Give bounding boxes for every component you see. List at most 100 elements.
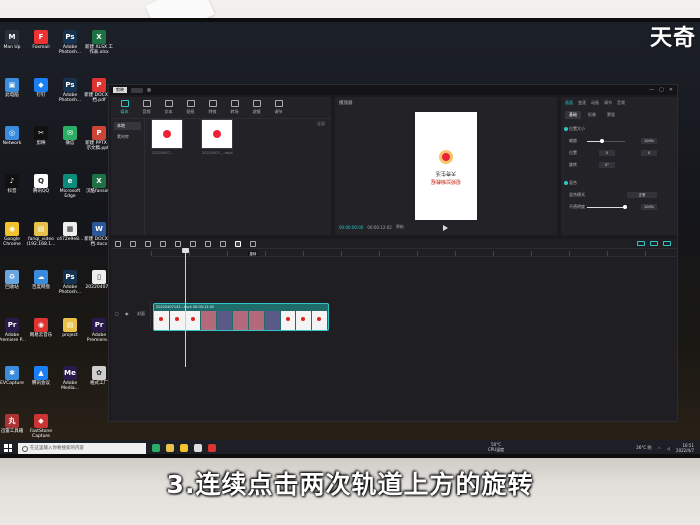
- sort-label[interactable]: 全部: [317, 121, 325, 127]
- clip-frame: [312, 311, 328, 330]
- scale-value[interactable]: 100%: [641, 138, 657, 144]
- split-icon[interactable]: [160, 240, 166, 247]
- desktop-icon[interactable]: ☁ 百度网盘: [25, 270, 57, 290]
- minimize-icon[interactable]: —: [649, 87, 654, 93]
- undo-icon[interactable]: [130, 240, 136, 247]
- media-tab[interactable]: 媒体: [115, 100, 134, 115]
- opacity-slider[interactable]: [587, 205, 627, 209]
- wechat-icon[interactable]: [152, 444, 160, 452]
- media-tab[interactable]: 转场: [225, 100, 244, 115]
- menu-pill[interactable]: [131, 87, 143, 93]
- media-tab[interactable]: 贴纸: [181, 100, 200, 115]
- props-tab[interactable]: 动画: [591, 100, 599, 105]
- link-toggle[interactable]: [650, 241, 658, 246]
- desktop-icon[interactable]: X 新建 XLSX 工作表.xlsx: [83, 30, 115, 55]
- desktop-icon[interactable]: ✱ EVCapture: [0, 366, 28, 386]
- media-tab[interactable]: 文本: [159, 100, 178, 115]
- chrome-icon[interactable]: [180, 444, 188, 452]
- desktop-icon[interactable]: 丸迅雷工具箱: [0, 414, 28, 434]
- props-tab[interactable]: 变速: [578, 100, 586, 105]
- desktop-icon[interactable]: ▣ 此电脑: [0, 78, 28, 98]
- lock-icon[interactable]: ▢: [115, 311, 119, 316]
- folder-icon[interactable]: [166, 444, 174, 452]
- desktop-icon[interactable]: F Foxmail: [25, 30, 57, 50]
- media-thumb-1[interactable]: 20220407...: [151, 119, 183, 155]
- media-tab[interactable]: 特效: [203, 100, 222, 115]
- desktop-icon[interactable]: ◆ 钉钉: [25, 78, 57, 98]
- mirror-icon[interactable]: [220, 240, 226, 247]
- desktop-icon[interactable]: Me Adobe Media...: [54, 366, 86, 391]
- delete-icon[interactable]: [175, 240, 181, 247]
- scale-slider[interactable]: [587, 139, 625, 143]
- desktop-icon-label: Google Chrome: [3, 237, 21, 247]
- props-tab[interactable]: 画面: [565, 100, 573, 105]
- desktop-icon[interactable]: ▤ project: [54, 318, 86, 338]
- video-frame[interactable]: 天奇生活 视频剪辑教程: [415, 112, 477, 220]
- freeze-icon[interactable]: [190, 240, 196, 247]
- visible-icon[interactable]: ◉: [125, 311, 129, 316]
- crop-icon[interactable]: [250, 240, 256, 247]
- playhead[interactable]: [182, 248, 189, 367]
- desktop-icon[interactable]: Q 腾讯QQ: [25, 174, 57, 194]
- desktop-icon[interactable]: ◆ FastStone Capture: [25, 414, 57, 439]
- rotate-value[interactable]: 0°: [599, 162, 615, 168]
- taskbar-search[interactable]: 在这里输入你要搜索的内容: [18, 442, 146, 454]
- pos-y[interactable]: 0: [641, 150, 657, 156]
- ratio-select[interactable]: 原始: [396, 224, 404, 230]
- network-icon[interactable]: ◠: [657, 446, 661, 451]
- desktop-icon[interactable]: ▲ 腾讯会议: [25, 366, 57, 386]
- desktop-icon[interactable]: ▤ fanqi_video (192.168.1...: [25, 222, 57, 247]
- desktop-icon[interactable]: ✉ 微信: [54, 126, 86, 146]
- preview-toggle[interactable]: [663, 241, 671, 246]
- desktop-icon[interactable]: ♪ 抖音: [0, 174, 28, 194]
- subtitle-caption: 3.连续点击两次轨道上方的旋转: [166, 470, 534, 499]
- desktop-icon[interactable]: ▦ c472e9e8...: [54, 222, 86, 242]
- props-tab[interactable]: 音频: [617, 100, 625, 105]
- blend-select[interactable]: 正常: [627, 192, 657, 198]
- desktop-icon[interactable]: Ps Adobe Photosh...: [54, 78, 86, 103]
- desktop-icon[interactable]: ♻ 回收站: [0, 270, 28, 290]
- maximize-icon[interactable]: ▢: [659, 87, 664, 93]
- close-icon[interactable]: ✕: [669, 87, 673, 93]
- opacity-value[interactable]: 100%: [641, 204, 657, 210]
- desktop-icon[interactable]: Ps Adobe Photosh...: [54, 270, 86, 295]
- desktop-icon[interactable]: ✂ 剪映: [25, 126, 57, 146]
- app-icon: ♪: [5, 174, 19, 188]
- cover-label[interactable]: 封面: [137, 311, 145, 317]
- desktop-icon[interactable]: Ps Adobe Photosh...: [54, 30, 86, 55]
- select-icon[interactable]: [115, 240, 121, 247]
- reverse-icon[interactable]: [205, 240, 211, 247]
- redo-icon[interactable]: [145, 240, 151, 247]
- tab-icon: [142, 100, 151, 107]
- wps-icon[interactable]: [208, 444, 216, 452]
- desktop-icon[interactable]: Pr Adobe Premiere P...: [0, 318, 28, 343]
- rotate-icon[interactable]: [235, 240, 241, 247]
- clock[interactable]: 16:51 2022/4/7: [676, 443, 694, 453]
- media-side-item[interactable]: 素材库: [114, 133, 141, 141]
- props-tab[interactable]: 调节: [604, 100, 612, 105]
- pos-x[interactable]: 0: [599, 150, 615, 156]
- media-side-item[interactable]: 本地: [114, 122, 141, 130]
- desktop-screen: M Man Up F Foxmail Ps Adobe Photosh... X 新建 XLS…: [0, 22, 700, 454]
- media-tab[interactable]: 音频: [137, 100, 156, 115]
- desktop-icon[interactable]: e Microsoft Edge: [54, 174, 86, 199]
- props-subtab[interactable]: 抠像: [584, 111, 600, 119]
- desktop-icon[interactable]: ◎ Network: [0, 126, 28, 146]
- props-subtab[interactable]: 蒙版: [603, 111, 619, 119]
- props-subtab[interactable]: 基础: [565, 111, 581, 119]
- media-tab[interactable]: 调节: [269, 100, 288, 115]
- windows-start-icon[interactable]: [4, 444, 12, 452]
- jianying-task-icon[interactable]: [194, 444, 202, 452]
- ruler-tick: [569, 251, 570, 256]
- volume-icon[interactable]: ◁: [667, 446, 670, 451]
- desktop-icon[interactable]: ◉ 网易云音乐: [25, 318, 57, 338]
- media-thumb-2[interactable]: 20220407_...mp4: [201, 119, 233, 155]
- desktop-icon[interactable]: M Man Up: [0, 30, 28, 50]
- play-button[interactable]: [443, 225, 448, 231]
- magnet-toggle[interactable]: [637, 241, 645, 246]
- desktop-icon-label: 回收站: [5, 285, 19, 290]
- video-clip[interactable]: 20220407143...mp4 00:00:12:02: [153, 303, 329, 331]
- desktop-icon-label: 腾讯QQ: [32, 189, 50, 194]
- desktop-icon[interactable]: ◉ Google Chrome: [0, 222, 28, 247]
- media-tab[interactable]: 滤镜: [247, 100, 266, 115]
